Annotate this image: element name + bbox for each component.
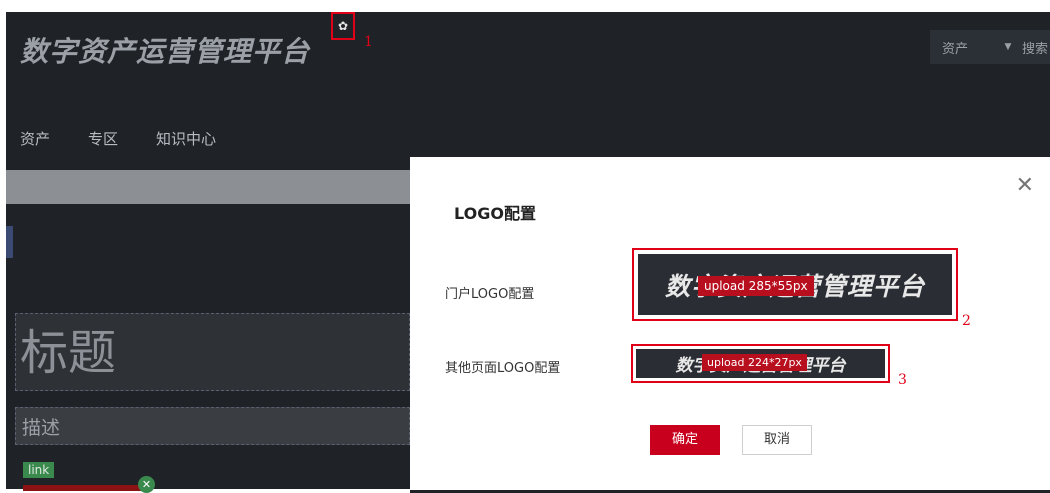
nav-item-knowledge[interactable]: 知识中心 [156, 128, 216, 149]
annotation-marker-2: 2 [962, 313, 971, 329]
logo-settings-button[interactable]: ✿ [331, 12, 355, 40]
brand-logo[interactable]: 数字资产运营管理平台 [20, 30, 310, 70]
annotation-marker-3: 3 [898, 372, 907, 388]
portal-logo-upload[interactable]: 数字资产运营管理平台 upload 285*55px [638, 254, 952, 315]
portal-logo-label: 门户LOGO配置 [445, 287, 535, 302]
other-logo-label: 其他页面LOGO配置 [445, 361, 561, 376]
logo-config-dialog: ✕ LOGO配置 门户LOGO配置 数字资产运营管理平台 upload 285*… [410, 157, 1050, 490]
other-upload-hint[interactable]: upload 224*27px [702, 354, 807, 371]
nav-item-zone[interactable]: 专区 [88, 128, 118, 149]
nav-item-assets[interactable]: 资产 [20, 128, 50, 149]
search-input[interactable]: 搜索 [1022, 38, 1048, 57]
description-editable-area[interactable] [15, 407, 410, 445]
gear-icon: ✿ [337, 19, 349, 33]
close-icon[interactable]: ✕ [1016, 175, 1034, 197]
portal-upload-hint[interactable]: upload 285*55px [698, 276, 814, 296]
screen-border-top [0, 0, 1050, 12]
link-bar[interactable] [23, 485, 143, 491]
link-tag[interactable]: link [23, 462, 55, 478]
chevron-down-icon[interactable]: ▼ [994, 42, 1022, 52]
search-area: 资产 ▼ 搜索 [930, 30, 1050, 64]
main-nav: 资产 专区 知识中心 [20, 128, 216, 149]
banner-strip [6, 170, 416, 204]
annotation-marker-1: 1 [364, 34, 373, 50]
section-accent [6, 226, 13, 258]
page-title[interactable]: 标题 [20, 318, 116, 388]
other-logo-upload[interactable]: 数字资产运营管理平台 upload 224*27px [636, 349, 885, 378]
confirm-button[interactable]: 确定 [650, 425, 720, 455]
cancel-button[interactable]: 取消 [742, 425, 812, 455]
dialog-title: LOGO配置 [454, 204, 536, 223]
asset-type-select[interactable]: 资产 [930, 38, 994, 57]
remove-link-icon[interactable]: ✕ [138, 476, 155, 493]
page-description[interactable]: 描述 [22, 413, 60, 440]
